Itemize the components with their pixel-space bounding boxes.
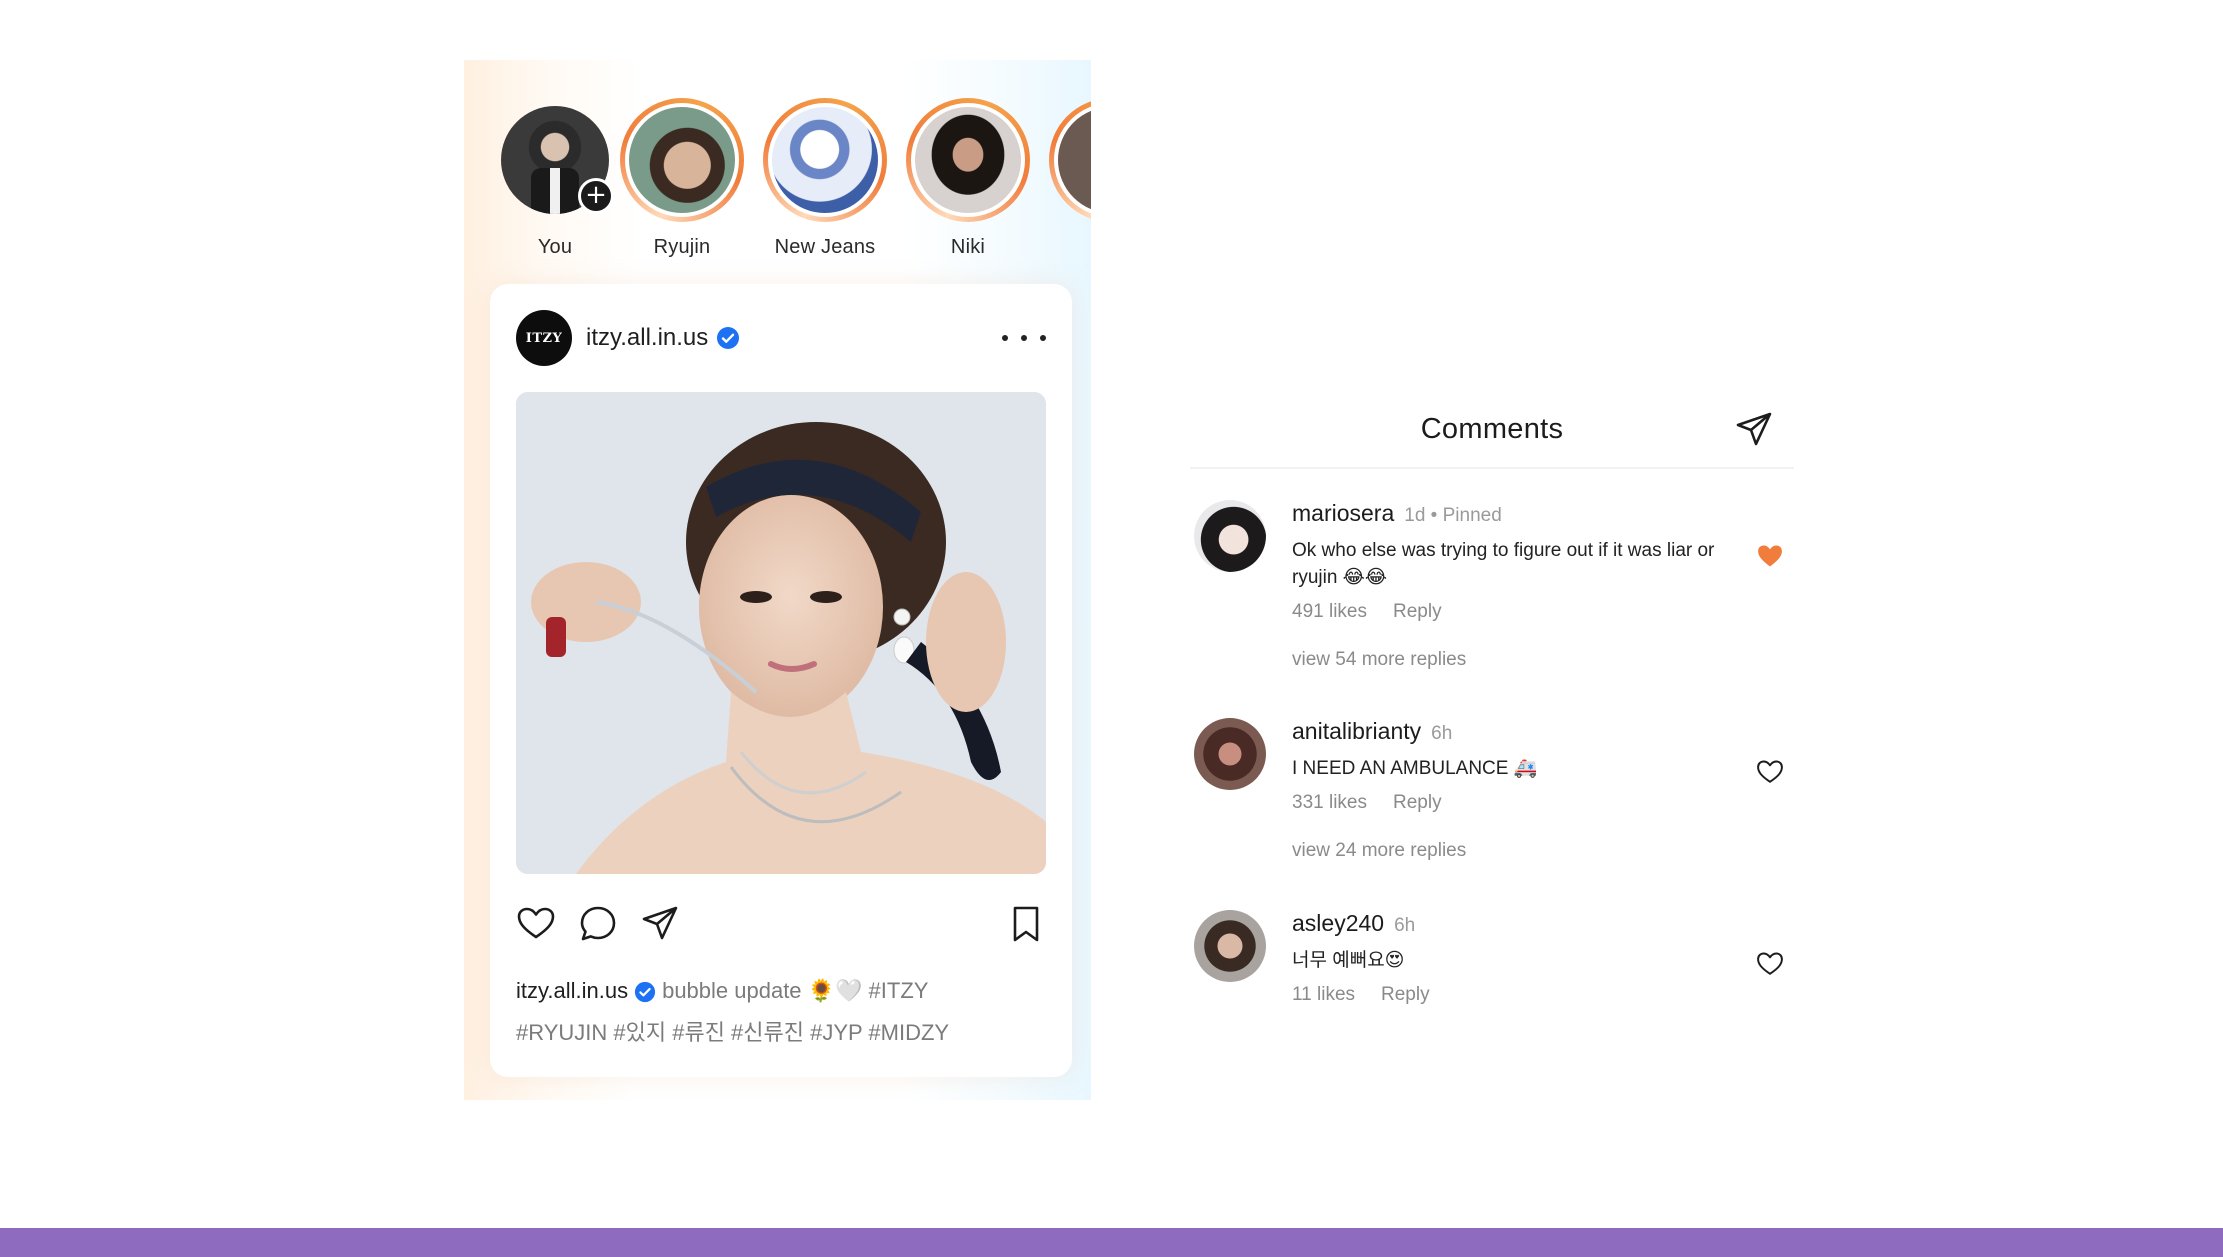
more-icon[interactable]: [1002, 324, 1046, 352]
view-more-replies[interactable]: view 24 more replies: [1292, 840, 1732, 862]
reply-button[interactable]: Reply: [1393, 601, 1442, 622]
avatar: [1058, 107, 1091, 213]
post-image[interactable]: [516, 392, 1046, 874]
stories-row: + You Ryujin New Jeans Niki: [464, 60, 1091, 260]
post-username[interactable]: itzy.all.in.us: [586, 324, 708, 352]
plus-icon[interactable]: +: [578, 178, 614, 214]
comment-username[interactable]: mariosera: [1292, 500, 1394, 526]
story-ring: [620, 98, 744, 222]
reply-button[interactable]: Reply: [1393, 792, 1442, 813]
post-card: ITZY itzy.all.in.us itzy.all.in.us bubbl…: [490, 284, 1072, 1077]
comment-time: 6h: [1394, 915, 1416, 936]
comment-icon[interactable]: [578, 904, 618, 944]
story-label: You: [537, 236, 573, 258]
story-ryujin[interactable]: Ryujin: [612, 98, 752, 259]
reply-button[interactable]: Reply: [1381, 984, 1430, 1005]
avatar: [772, 107, 878, 213]
comment-username[interactable]: asley240: [1292, 910, 1384, 936]
send-icon[interactable]: [1734, 410, 1774, 450]
story-t[interactable]: T: [1041, 98, 1091, 259]
divider: [1190, 467, 1794, 469]
comment-time: 1d • Pinned: [1404, 505, 1502, 526]
avatar: [915, 107, 1021, 213]
caption-username[interactable]: itzy.all.in.us: [516, 978, 628, 1003]
comment-likes: 331 likes: [1292, 792, 1367, 813]
comment-time: 6h: [1431, 723, 1453, 744]
story-new-jeans[interactable]: New Jeans: [755, 98, 895, 259]
avatar: [629, 107, 735, 213]
post-header: ITZY itzy.all.in.us: [516, 310, 1046, 366]
avatar[interactable]: [1194, 500, 1266, 572]
post-actions: [516, 904, 1046, 948]
story-ring: [1049, 98, 1091, 222]
comment-text: 너무 예뻐요😍: [1292, 950, 1405, 971]
story-you[interactable]: + You: [485, 98, 625, 259]
heart-icon[interactable]: [1756, 542, 1784, 570]
avatar[interactable]: ITZY: [516, 310, 572, 366]
comment-text: I NEED AN AMBULANCE 🚑: [1292, 758, 1538, 779]
story-label: Niki: [950, 236, 986, 258]
avatar[interactable]: [1194, 718, 1266, 790]
comment-likes: 491 likes: [1292, 601, 1367, 622]
feed-panel: + You Ryujin New Jeans Niki ITZY itzy.al…: [464, 60, 1091, 1100]
post-photo: [516, 392, 1046, 874]
comments-title: Comments: [1420, 413, 1564, 445]
story-ring: [763, 98, 887, 222]
story-label: Ryujin: [653, 236, 711, 258]
send-icon[interactable]: [640, 904, 680, 944]
heart-icon[interactable]: [516, 904, 556, 944]
heart-icon[interactable]: [1756, 950, 1784, 978]
story-ring: [906, 98, 1030, 222]
heart-icon[interactable]: [1756, 758, 1784, 786]
avatar[interactable]: [1194, 910, 1266, 982]
story-label: T: [1041, 236, 1091, 259]
verified-icon: [634, 982, 656, 1003]
caption-text: bubble update 🌻🤍 #ITZY: [662, 978, 929, 1003]
verified-icon: [717, 327, 740, 349]
story-label: New Jeans: [774, 236, 876, 258]
story-niki[interactable]: Niki: [898, 98, 1038, 259]
comment-likes: 11 likes: [1292, 984, 1356, 1005]
comment-text: Ok who else was trying to figure out if …: [1292, 540, 1715, 588]
post-caption: itzy.all.in.us bubble update 🌻🤍 #ITZY #RY…: [516, 970, 1056, 1054]
bottom-bar: [0, 1228, 2223, 1257]
comments-panel: Comments mariosera 1d • Pinned Ok who els…: [1190, 400, 1794, 1040]
comment-username[interactable]: anitalibrianty: [1292, 718, 1421, 744]
view-more-replies[interactable]: view 54 more replies: [1292, 649, 1732, 671]
bookmark-icon[interactable]: [1006, 904, 1046, 944]
caption-hashtags[interactable]: #RYUJIN #있지 #류진 #신류진 #JYP #MIDZY: [516, 1020, 949, 1045]
